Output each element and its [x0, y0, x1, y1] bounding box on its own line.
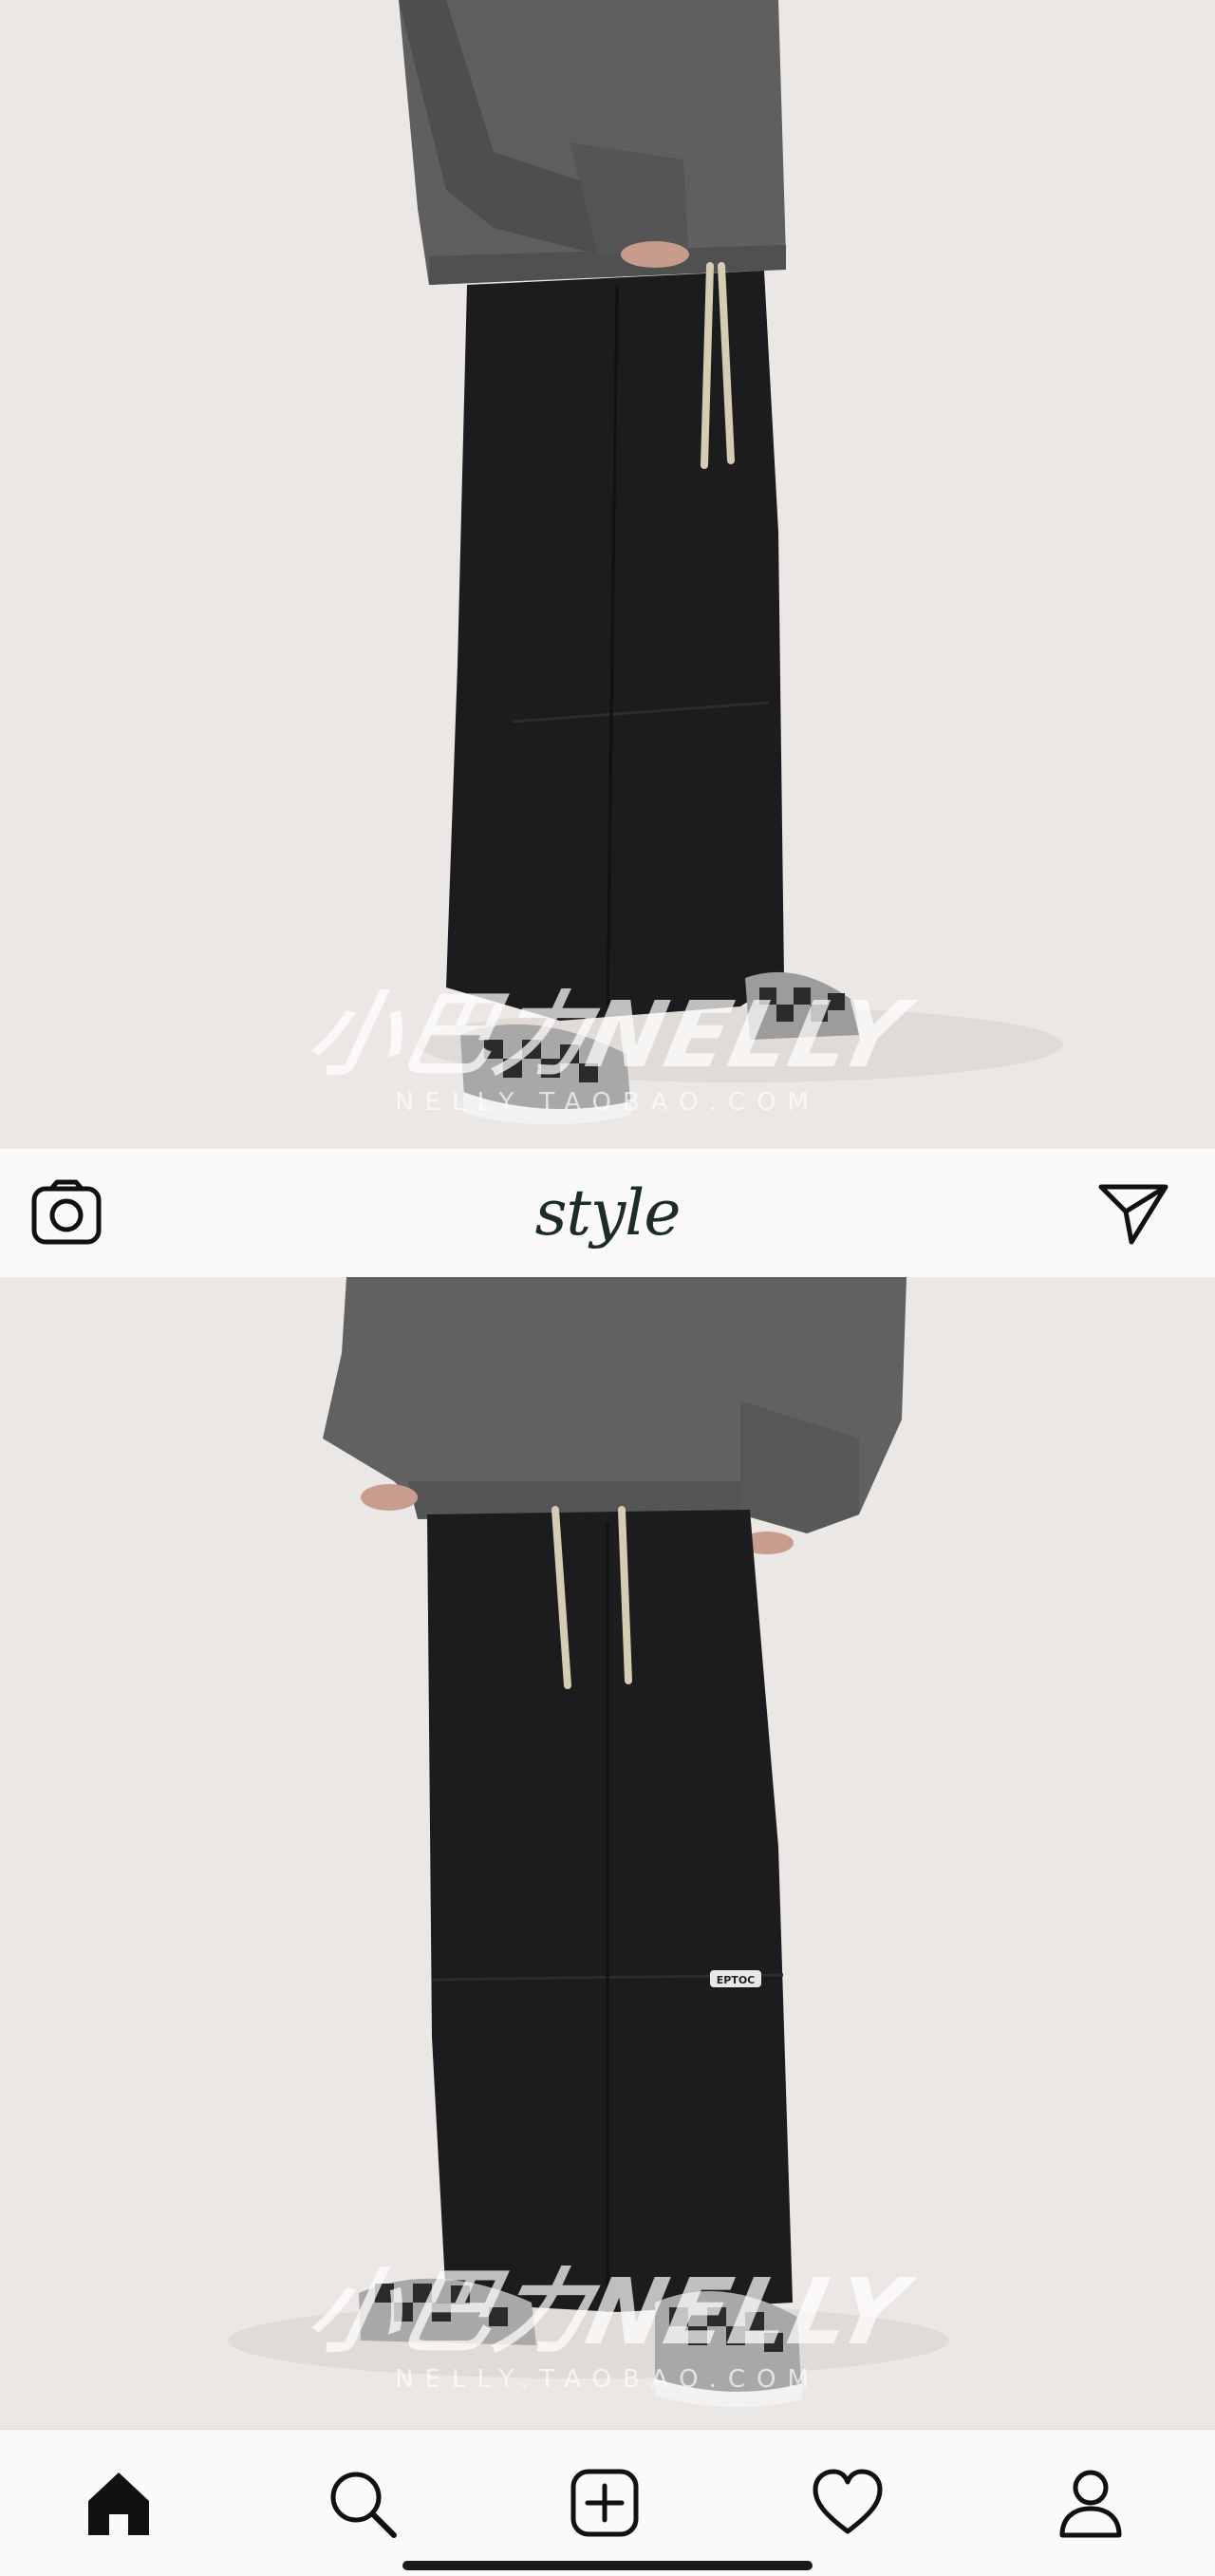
model-figure-top [0, 0, 1215, 1149]
send-button[interactable] [1097, 1179, 1169, 1248]
profile-icon [1059, 2470, 1122, 2538]
page-title: style [534, 1176, 682, 1250]
pants-bottom [427, 1510, 793, 2312]
product-photo-top [0, 0, 1215, 1149]
tab-home[interactable] [78, 2462, 159, 2544]
tab-activity[interactable] [807, 2462, 888, 2544]
camera-button[interactable] [30, 1179, 103, 1248]
home-indicator [402, 2561, 813, 2570]
product-photo-bottom: EPTOC [0, 1277, 1215, 2429]
add-post-icon [570, 2469, 639, 2537]
app-header: style [0, 1149, 1215, 1277]
search-icon [330, 2472, 397, 2538]
tab-profile[interactable] [1050, 2462, 1131, 2544]
model-figure-bottom: EPTOC [0, 1277, 1215, 2429]
send-icon [1098, 1184, 1168, 1245]
tab-search[interactable] [321, 2462, 402, 2544]
tab-add-post[interactable] [564, 2462, 645, 2544]
home-icon [88, 2473, 149, 2535]
camera-icon [31, 1179, 102, 1245]
heart-icon [813, 2469, 883, 2534]
patch-text: EPTOC [717, 1974, 756, 1986]
tab-bar [0, 2429, 1215, 2576]
